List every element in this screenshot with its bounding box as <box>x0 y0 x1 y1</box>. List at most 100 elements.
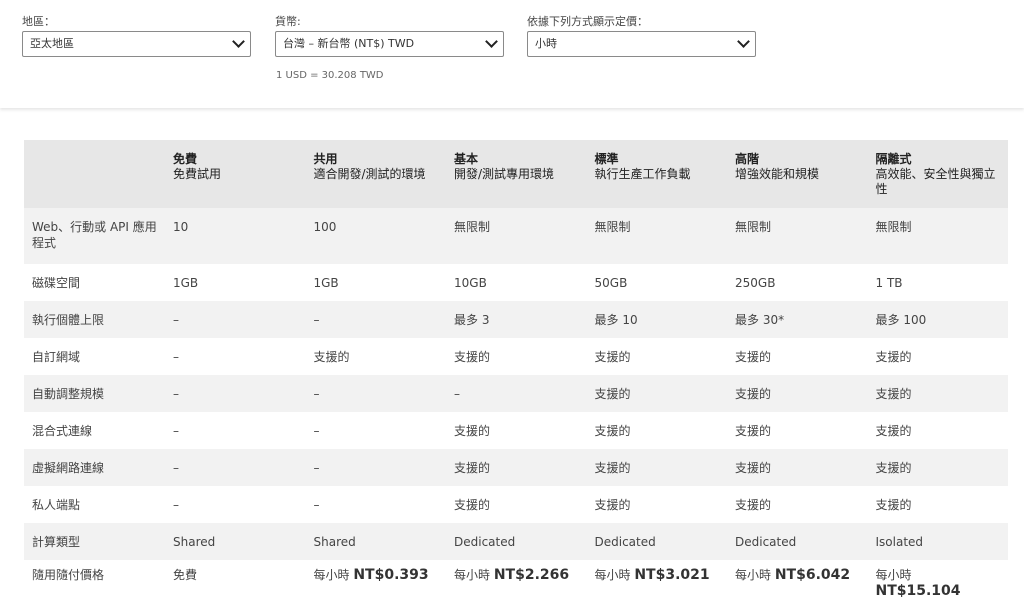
currency-value: 台灣 – 新台幣 (NT$) TWD <box>283 37 415 50</box>
tier-header: 標準 執行生產工作負載 <box>587 140 728 208</box>
price-cell: 每小時 NT$3.021 <box>587 560 728 599</box>
feature-cell: 支援的 <box>875 461 912 475</box>
tier-desc: 免費試用 <box>173 167 222 181</box>
chevron-down-icon <box>232 35 245 48</box>
tier-header: 基本 開發/測試專用環境 <box>446 140 587 208</box>
feature-cell: 最多 3 <box>454 313 490 327</box>
feature-label: 磁碟空間 <box>32 276 81 290</box>
tier-header: 共用 適合開發/測試的環境 <box>306 140 447 208</box>
price-prefix: 每小時 <box>454 568 491 582</box>
table-row: 虛擬網路連線 – – 支援的 支援的 支援的 支援的 <box>24 449 1008 486</box>
tier-header: 高階 增強效能和規模 <box>727 140 868 208</box>
price-cell: 每小時 NT$2.266 <box>446 560 587 599</box>
feature-cell: Shared <box>313 535 356 549</box>
feature-cell: – <box>173 498 179 512</box>
feature-cell: Dedicated <box>735 535 797 549</box>
tier-header: 免費 免費試用 <box>165 140 306 208</box>
feature-label: 虛擬網路連線 <box>32 461 105 475</box>
chevron-down-icon <box>485 35 498 48</box>
feature-cell: 無限制 <box>454 220 491 234</box>
table-row: Web、行動或 API 應用程式 10 100 無限制 無限制 無限制 無限制 <box>24 208 1008 264</box>
feature-cell: – <box>313 387 320 401</box>
feature-cell: 支援的 <box>454 350 491 364</box>
feature-cell: 支援的 <box>454 498 491 512</box>
price-value: NT$3.021 <box>634 567 710 583</box>
region-select[interactable]: 亞太地區 <box>22 31 251 57</box>
feature-cell: 支援的 <box>875 350 912 364</box>
currency-label: 貨幣: <box>275 15 301 28</box>
region-label: 地區： <box>22 15 55 28</box>
feature-cell: 10 <box>173 220 189 234</box>
feature-cell: 支援的 <box>875 387 912 401</box>
tier-name: 基本 <box>454 152 479 166</box>
feature-cell: 支援的 <box>454 461 491 475</box>
feature-cell: – <box>313 498 320 512</box>
tier-desc: 開發/測試專用環境 <box>454 167 555 181</box>
feature-label: 自動調整規模 <box>32 387 105 401</box>
table-row: 執行個體上限 – – 最多 3 最多 10 最多 30* 最多 100 <box>24 301 1008 338</box>
price-prefix: 每小時 <box>875 568 912 582</box>
feature-cell: 支援的 <box>735 350 772 364</box>
currency-filter: 貨幣: 台灣 – 新台幣 (NT$) TWD <box>275 14 504 57</box>
feature-cell: – <box>313 461 320 475</box>
table-row: 自訂網域 – 支援的 支援的 支援的 支援的 支援的 <box>24 338 1008 375</box>
feature-cell: 250GB <box>735 276 776 290</box>
feature-cell: 支援的 <box>594 424 631 438</box>
feature-cell: 無限制 <box>735 220 772 234</box>
table-row: 磁碟空間 1GB 1GB 10GB 50GB 250GB 1 TB <box>24 264 1008 301</box>
feature-cell: – <box>173 387 179 401</box>
tier-name: 隔離式 <box>875 152 912 166</box>
feature-cell: 1GB <box>313 276 339 290</box>
feature-cell: 支援的 <box>594 350 631 364</box>
price-row-label: 隨用隨付價格 <box>32 568 105 582</box>
chevron-down-icon <box>737 35 750 48</box>
price-cell: 每小時 NT$0.393 <box>306 560 447 599</box>
feature-cell: Dedicated <box>594 535 656 549</box>
feature-cell: 無限制 <box>875 220 912 234</box>
tier-header: 隔離式 高效能、安全性與獨立性 <box>868 140 1009 208</box>
tier-name: 共用 <box>313 152 338 166</box>
price-free: 免費 <box>173 568 198 582</box>
feature-label: 混合式連線 <box>32 424 93 438</box>
tier-name: 高階 <box>735 152 760 166</box>
feature-cell: 10GB <box>454 276 487 290</box>
feature-label: Web、行動或 API 應用程式 <box>32 220 157 250</box>
feature-cell: 100 <box>313 220 337 234</box>
feature-label: 計算類型 <box>32 535 81 549</box>
feature-cell: 無限制 <box>594 220 631 234</box>
feature-cell: 1 TB <box>875 276 903 290</box>
header-empty-cell <box>24 140 165 208</box>
feature-cell: Isolated <box>875 535 924 549</box>
price-row: 隨用隨付價格 免費 每小時 NT$0.393 每小時 NT$2.266 每小時 NT$3… <box>24 560 1008 599</box>
display-filter: 依據下列方式顯示定價： 小時 <box>527 14 756 57</box>
feature-cell: Shared <box>173 535 216 549</box>
pricing-filters: 地區： 亞太地區 貨幣: 台灣 – 新台幣 (NT$) TWD 依據下列方式顯示… <box>0 0 1024 108</box>
price-prefix: 每小時 <box>594 568 631 582</box>
price-value: NT$2.266 <box>493 567 570 583</box>
price-value: NT$0.393 <box>353 567 429 583</box>
price-cell: 每小時 NT$15.104 <box>868 560 1009 599</box>
table-row: 自動調整規模 – – – 支援的 支援的 支援的 <box>24 375 1008 412</box>
feature-cell: – <box>313 313 320 327</box>
display-label: 依據下列方式顯示定價： <box>527 15 648 28</box>
feature-label: 私人端點 <box>32 498 81 512</box>
feature-cell: 支援的 <box>735 461 772 475</box>
feature-cell: 最多 100 <box>875 313 927 327</box>
region-value: 亞太地區 <box>30 37 74 50</box>
feature-cell: – <box>313 424 320 438</box>
feature-cell: – <box>173 424 179 438</box>
feature-cell: 支援的 <box>594 387 631 401</box>
display-select[interactable]: 小時 <box>527 31 756 57</box>
feature-cell: 支援的 <box>313 350 350 364</box>
price-prefix: 每小時 <box>735 568 772 582</box>
region-filter: 地區： 亞太地區 <box>22 14 251 57</box>
price-cell: 每小時 NT$6.042 <box>727 560 868 599</box>
feature-cell: 最多 10 <box>594 313 638 327</box>
feature-cell: 支援的 <box>735 498 772 512</box>
feature-cell: 支援的 <box>735 387 772 401</box>
currency-select[interactable]: 台灣 – 新台幣 (NT$) TWD <box>275 31 504 57</box>
table-row: 計算類型 Shared Shared Dedicated Dedicated Dedica… <box>24 523 1008 560</box>
table-row: 私人端點 – – 支援的 支援的 支援的 支援的 <box>24 486 1008 523</box>
feature-cell: – <box>454 387 460 401</box>
feature-cell: 1GB <box>173 276 199 290</box>
